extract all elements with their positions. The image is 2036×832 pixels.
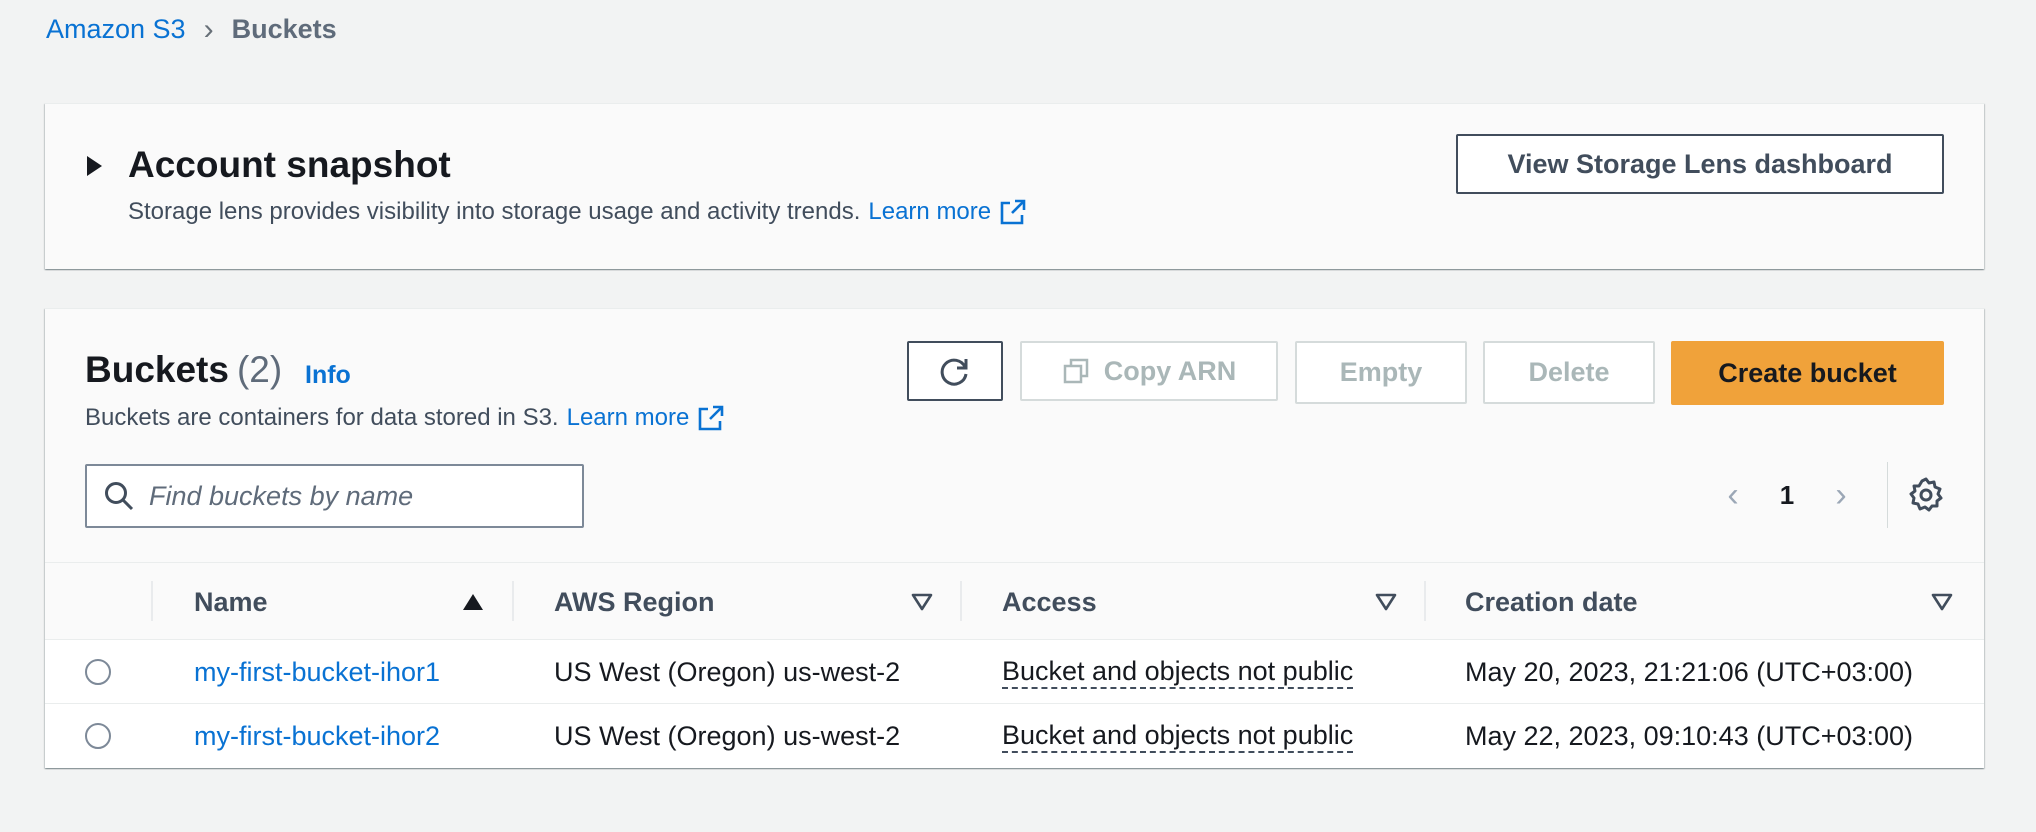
buckets-panel: Buckets (2) Info Buckets are containers f… xyxy=(45,308,1984,768)
row-select-radio[interactable] xyxy=(85,723,111,749)
copy-icon xyxy=(1063,358,1088,384)
create-bucket-button[interactable]: Create bucket xyxy=(1671,341,1944,405)
account-snapshot-panel: Account snapshot Storage lens provides v… xyxy=(45,103,1984,269)
column-divider xyxy=(1424,581,1426,621)
column-divider xyxy=(512,581,514,621)
table-row[interactable]: my-first-bucket-ihor1 US West (Oregon) u… xyxy=(45,640,1984,704)
buckets-description: Buckets are containers for data stored i… xyxy=(85,404,725,432)
copy-arn-label: Copy ARN xyxy=(1103,355,1237,386)
sort-ascending-icon[interactable] xyxy=(462,593,484,611)
column-header-region[interactable]: AWS Region xyxy=(554,563,715,641)
view-storage-lens-button[interactable]: View Storage Lens dashboard xyxy=(1456,134,1944,194)
account-snapshot-title[interactable]: Account snapshot xyxy=(128,144,451,186)
previous-page-icon[interactable]: ‹ xyxy=(1705,478,1761,512)
buckets-count: (2) xyxy=(236,349,283,390)
copy-arn-button[interactable]: Copy ARN xyxy=(1020,341,1278,401)
column-header-access[interactable]: Access xyxy=(1002,563,1097,641)
column-divider xyxy=(960,581,962,621)
bucket-access: Bucket and objects not public xyxy=(1002,640,1354,704)
column-header-creation-date[interactable]: Creation date xyxy=(1465,563,1638,641)
breadcrumb: Amazon S3 › Buckets xyxy=(46,14,337,45)
gear-icon[interactable] xyxy=(1906,475,1946,515)
search-input[interactable] xyxy=(149,480,549,512)
bucket-access: Bucket and objects not public xyxy=(1002,704,1354,768)
table-header: Name AWS Region Access Creation date xyxy=(45,562,1984,640)
snapshot-learn-more-link[interactable]: Learn more xyxy=(868,198,1027,226)
delete-bucket-button[interactable]: Delete xyxy=(1483,341,1655,404)
pagination-divider xyxy=(1887,462,1888,528)
row-select-radio[interactable] xyxy=(85,659,111,685)
buckets-title: Buckets (2) xyxy=(85,349,282,391)
chevron-right-icon: › xyxy=(203,12,214,46)
account-snapshot-description: Storage lens provides visibility into st… xyxy=(128,198,1027,226)
external-link-icon xyxy=(699,405,724,431)
bucket-name-link[interactable]: my-first-bucket-ihor1 xyxy=(194,640,440,704)
buckets-description-text: Buckets are containers for data stored i… xyxy=(85,404,559,431)
column-divider xyxy=(151,581,153,621)
sort-caret-down-icon[interactable] xyxy=(911,593,933,611)
breadcrumb-current: Buckets xyxy=(231,14,337,44)
pagination: ‹ 1 › xyxy=(1705,459,1946,531)
sort-caret-down-icon[interactable] xyxy=(1931,593,1953,611)
snapshot-learn-more-label: Learn more xyxy=(868,198,992,225)
bucket-creation-date: May 22, 2023, 09:10:43 (UTC+03:00) xyxy=(1465,720,1914,751)
buckets-title-text: Buckets xyxy=(85,349,229,390)
bucket-access-text[interactable]: Bucket and objects not public xyxy=(1002,719,1354,754)
current-page-number[interactable]: 1 xyxy=(1761,480,1813,511)
snapshot-description-text: Storage lens provides visibility into st… xyxy=(128,198,861,225)
search-box xyxy=(85,464,584,528)
search-icon xyxy=(105,482,134,511)
external-link-icon xyxy=(1000,199,1026,225)
next-page-icon[interactable]: › xyxy=(1813,478,1869,512)
bucket-region: US West (Oregon) us-west-2 xyxy=(554,720,901,751)
breadcrumb-amazon-s3-link[interactable]: Amazon S3 xyxy=(46,14,186,45)
buckets-learn-more-link[interactable]: Learn more xyxy=(567,404,726,432)
bucket-access-text[interactable]: Bucket and objects not public xyxy=(1002,655,1354,690)
bucket-name-link[interactable]: my-first-bucket-ihor2 xyxy=(194,704,440,768)
expand-caret-icon[interactable] xyxy=(87,156,102,176)
buckets-table: Name AWS Region Access Creation date my-… xyxy=(45,562,1984,768)
buckets-learn-more-label: Learn more xyxy=(566,404,690,431)
buckets-info-link[interactable]: Info xyxy=(305,361,351,390)
sort-caret-down-icon[interactable] xyxy=(1375,593,1397,611)
table-row[interactable]: my-first-bucket-ihor2 US West (Oregon) u… xyxy=(45,704,1984,768)
refresh-button[interactable] xyxy=(907,341,1003,401)
bucket-creation-date: May 20, 2023, 21:21:06 (UTC+03:00) xyxy=(1465,656,1914,687)
refresh-icon xyxy=(940,358,968,386)
bucket-region: US West (Oregon) us-west-2 xyxy=(554,656,901,687)
column-header-name[interactable]: Name xyxy=(194,563,268,641)
empty-bucket-button[interactable]: Empty xyxy=(1295,341,1467,404)
